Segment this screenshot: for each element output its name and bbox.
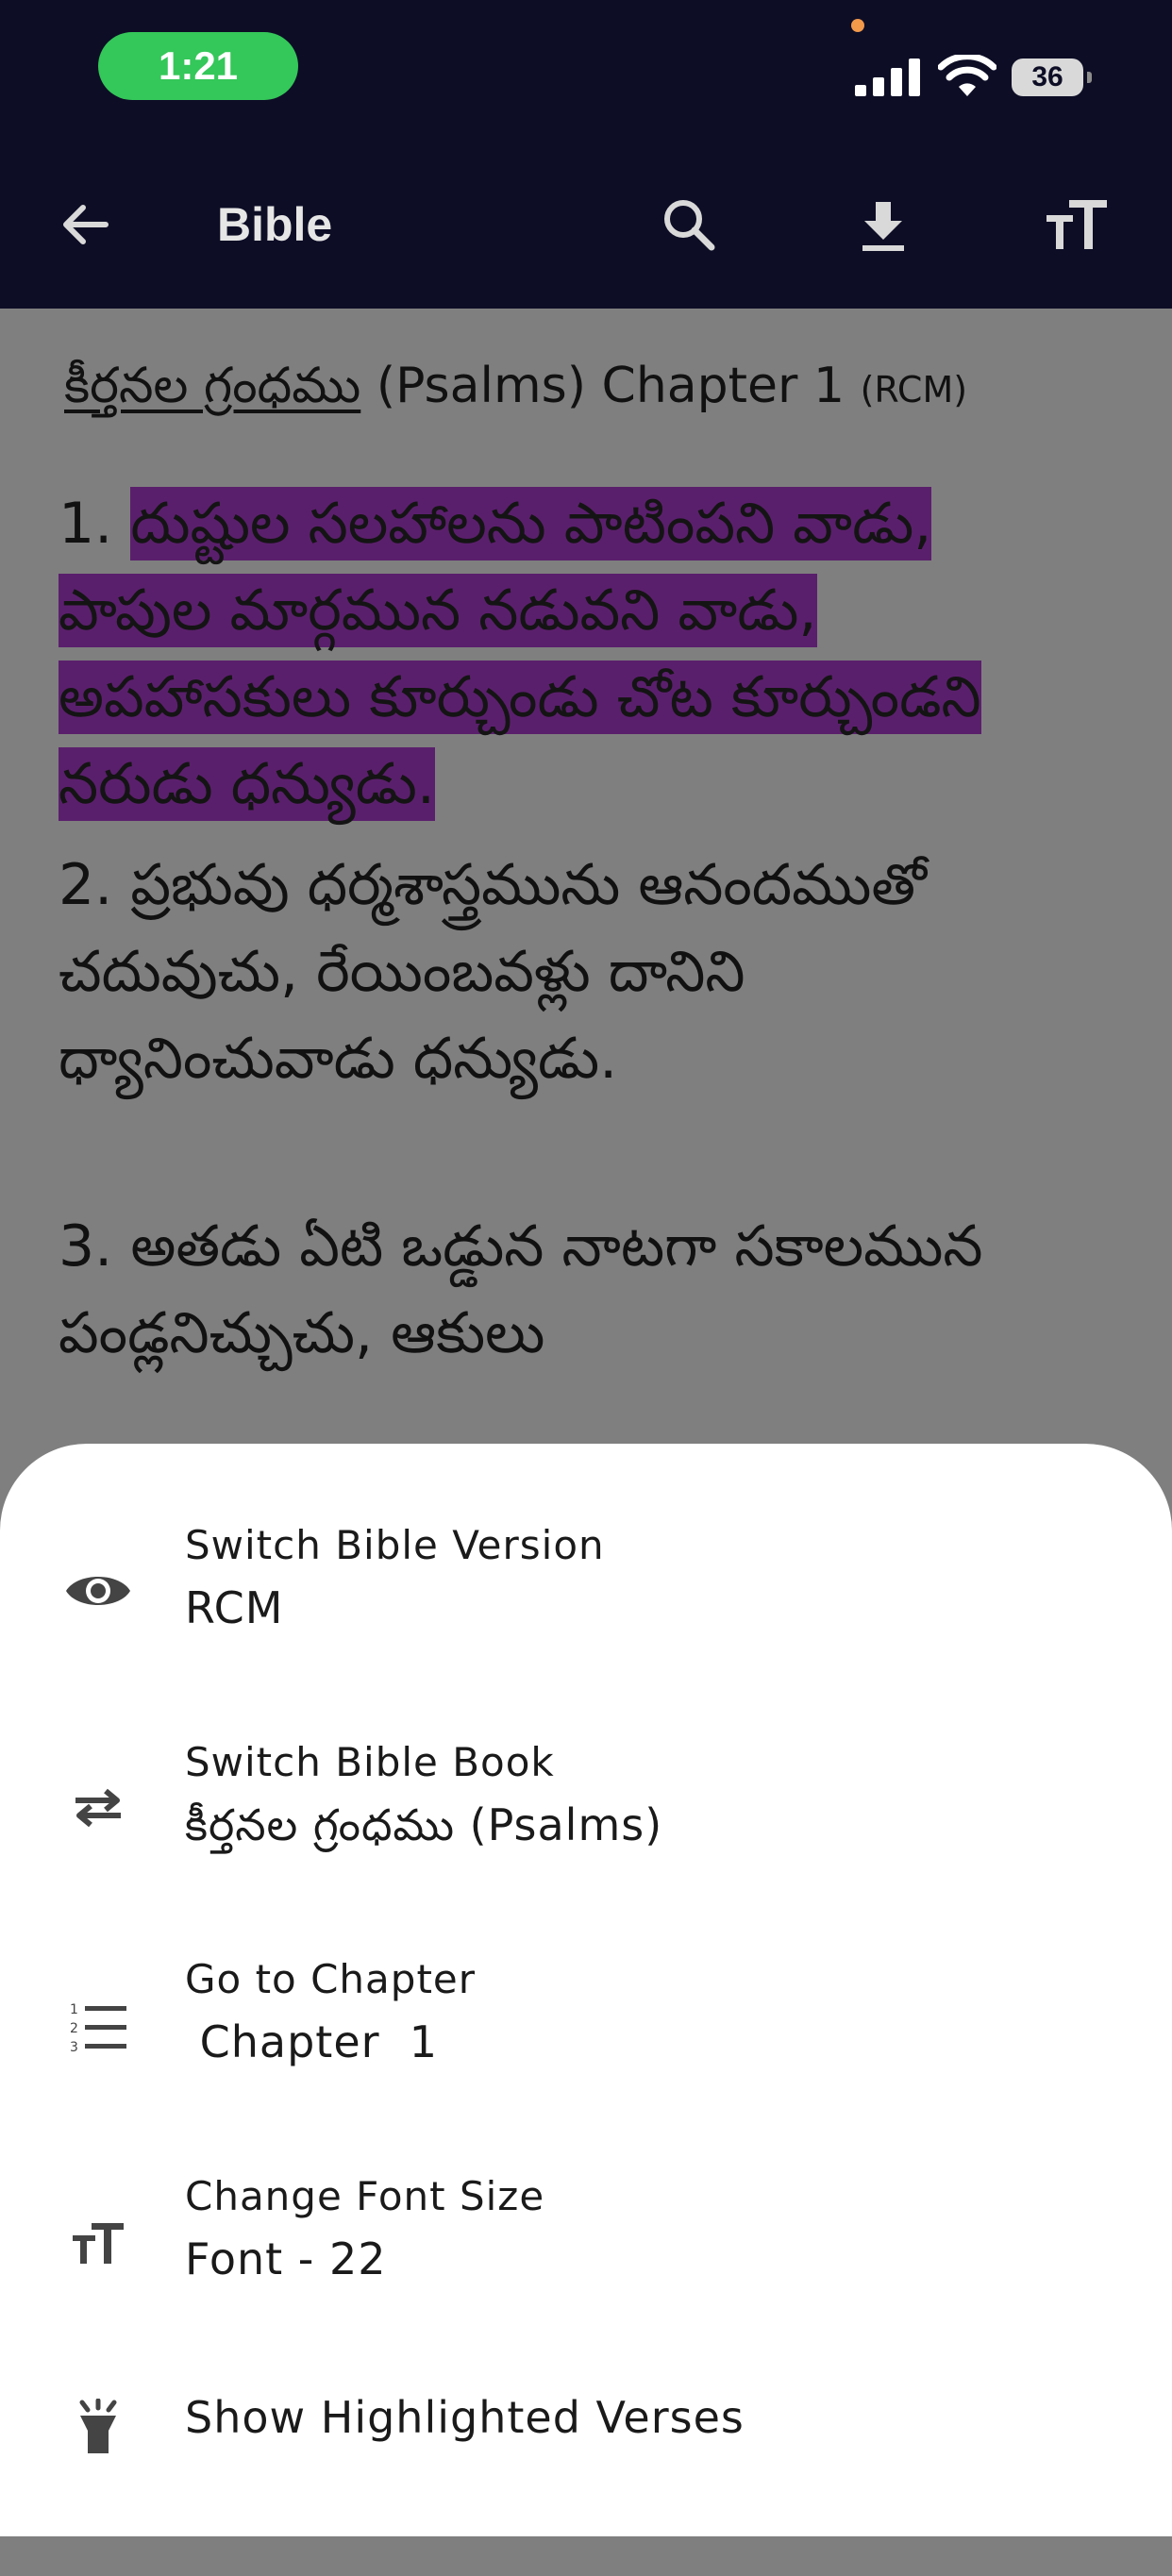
svg-text:1: 1 <box>70 2002 78 2017</box>
back-arrow-icon <box>63 205 109 244</box>
download-button[interactable] <box>846 187 921 262</box>
verse-3[interactable]: 3. అతడు ఏటి ఒడ్డున నాటగా సకాలమున పండ్లని… <box>59 1203 1097 1377</box>
highlight-marker-icon <box>59 2389 138 2468</box>
chapter-heading-version: (RCM) <box>860 369 968 410</box>
verse-number: 1. <box>59 491 113 557</box>
search-icon <box>664 200 715 251</box>
switch-bible-version-item[interactable]: Switch Bible Version RCM <box>0 1519 1172 1708</box>
svg-text:3: 3 <box>70 2040 78 2055</box>
go-to-chapter-item[interactable]: 1 2 3 Go to Chapter Chapter 1 <box>0 1953 1172 2142</box>
chapter-heading-book[interactable]: కీర్తనల గ్రంధము <box>64 358 360 414</box>
item-label: Switch Bible Version <box>185 1522 605 1568</box>
item-value: Chapter 1 <box>185 2016 439 2067</box>
item-value: కీర్తనల గ్రంధము (Psalms) <box>185 1799 663 1850</box>
battery-percentage: 36 <box>1012 59 1083 96</box>
verse-text: ప్రభువు ధర్మశాస్త్రమును ఆనందముతో చదువుచు… <box>59 852 927 1092</box>
wifi-icon <box>938 55 996 96</box>
font-size-icon <box>59 2204 138 2283</box>
item-label: Go to Chapter <box>185 1956 477 2002</box>
switch-bible-book-item[interactable]: Switch Bible Book కీర్తనల గ్రంధము (Psalm… <box>0 1736 1172 1925</box>
battery-indicator: 36 <box>1010 57 1093 98</box>
chapter-content: కీర్తనల గ్రంధము (Psalms) Chapter 1 (RCM)… <box>0 309 1172 1441</box>
verse-text-highlighted: దుష్టుల సలహాలను పాటింపని వాడు, పాపుల మార… <box>59 487 981 821</box>
privacy-indicator-dot <box>851 19 864 32</box>
chapter-heading-title: (Psalms) Chapter 1 <box>360 358 861 414</box>
svg-text:2: 2 <box>70 2021 78 2036</box>
options-bottom-sheet: Switch Bible Version RCM Switch Bible Bo… <box>0 1444 1172 2536</box>
verse-number: 2. <box>59 852 113 918</box>
change-font-size-item[interactable]: Change Font Size Font - 22 <box>0 2170 1172 2359</box>
verse-text: అతడు ఏటి ఒడ్డున నాటగా సకాలమున పండ్లనిచ్చ… <box>59 1213 983 1366</box>
item-label: Switch Bible Book <box>185 1739 555 1785</box>
eye-icon <box>59 1551 138 1631</box>
verse-number: 3. <box>59 1213 113 1280</box>
swap-arrows-icon <box>59 1768 138 1848</box>
status-time: 1:21 <box>98 32 298 100</box>
verse-1[interactable]: 1. దుష్టుల సలహాలను పాటింపని వాడు, పాపుల … <box>59 480 1097 828</box>
item-label: Show Highlighted Verses <box>185 2392 745 2443</box>
back-button[interactable] <box>47 187 123 262</box>
search-button[interactable] <box>651 187 727 262</box>
chapter-heading: కీర్తనల గ్రంధము (Psalms) Chapter 1 (RCM) <box>64 354 967 422</box>
battery-nub <box>1087 72 1092 83</box>
item-value: Font - 22 <box>185 2233 387 2284</box>
cellular-signal-icon <box>855 59 920 96</box>
show-highlighted-verses-item[interactable]: Show Highlighted Verses <box>0 2387 1172 2576</box>
app-title: Bible <box>217 198 333 251</box>
item-label: Change Font Size <box>185 2173 545 2219</box>
numbered-list-icon: 1 2 3 <box>59 1987 138 2066</box>
font-size-icon <box>1046 200 1107 249</box>
app-header: 1:21 36 Bible <box>0 0 1172 309</box>
verse-2[interactable]: 2. ప్రభువు ధర్మశాస్త్రమును ఆనందముతో చదువ… <box>59 842 1097 1102</box>
download-icon <box>862 202 904 251</box>
font-size-button[interactable] <box>1040 187 1115 262</box>
item-value: RCM <box>185 1582 284 1633</box>
